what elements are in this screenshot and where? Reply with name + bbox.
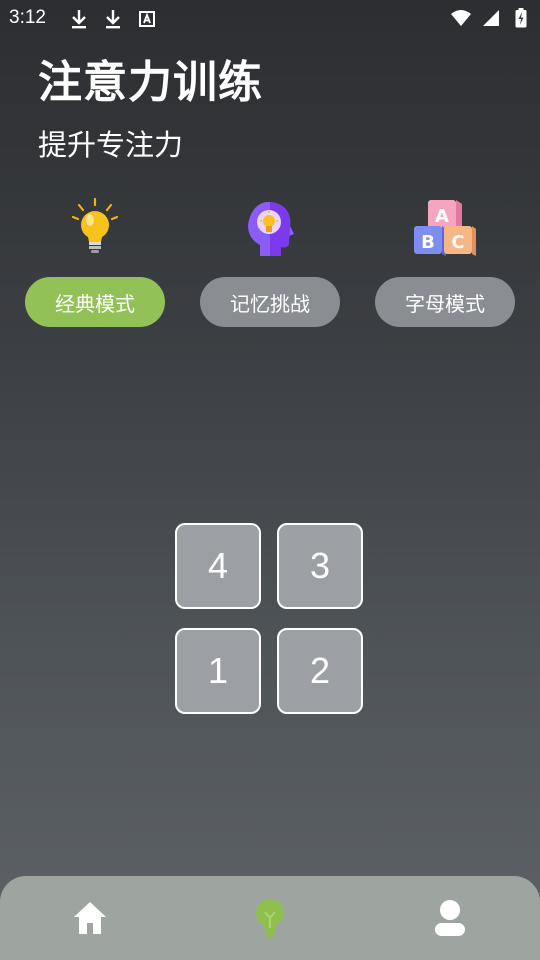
- grid-cell[interactable]: 1: [175, 628, 261, 714]
- mode-classic-button[interactable]: 经典模式: [25, 277, 165, 327]
- status-time: 3:12: [9, 7, 46, 28]
- page-subtitle: 提升专注力: [38, 128, 184, 162]
- download-icon: [102, 8, 124, 30]
- wifi-icon: [450, 7, 472, 29]
- svg-text:A: A: [435, 206, 449, 227]
- brain-lightbulb-icon: [238, 196, 302, 260]
- download-icon: [68, 8, 90, 30]
- page-title: 注意力训练: [38, 57, 263, 108]
- profile-icon[interactable]: [430, 898, 470, 938]
- grid-cell[interactable]: 4: [175, 523, 261, 609]
- mode-memory-button[interactable]: 记忆挑战: [200, 277, 340, 327]
- abc-blocks-icon: A B C: [412, 196, 476, 260]
- home-icon[interactable]: [70, 898, 110, 938]
- lightbulb-icon[interactable]: [250, 898, 290, 938]
- svg-text:B: B: [421, 232, 435, 253]
- status-bar: 3:12: [0, 0, 540, 36]
- bottom-navigation: [0, 876, 540, 960]
- font-a-icon: [136, 8, 158, 30]
- svg-text:C: C: [451, 232, 464, 253]
- grid-cell[interactable]: 2: [277, 628, 363, 714]
- signal-icon: [480, 7, 502, 29]
- grid-cell[interactable]: 3: [277, 523, 363, 609]
- battery-icon: [510, 7, 532, 29]
- mode-letter-button[interactable]: 字母模式: [375, 277, 515, 327]
- lightbulb-icon: [63, 196, 127, 260]
